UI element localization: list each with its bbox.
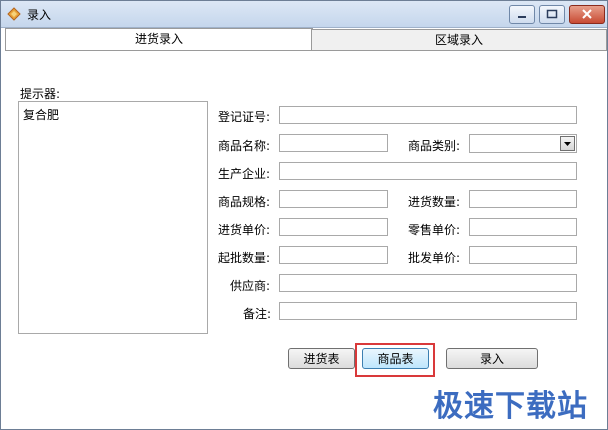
enter-button[interactable]: 录入 [446, 348, 538, 369]
purchase-price-input[interactable] [279, 218, 388, 236]
registration-no-input[interactable] [279, 106, 577, 124]
chevron-down-icon [564, 142, 571, 146]
manufacturer-label: 生产企业: [218, 167, 271, 181]
window-title: 录入 [27, 8, 52, 22]
hint-list[interactable]: 复合肥 [18, 101, 208, 334]
product-category-select[interactable] [469, 134, 577, 153]
wholesale-price-input[interactable] [469, 246, 577, 264]
minimize-icon [518, 16, 526, 18]
purchase-table-button[interactable]: 进货表 [288, 348, 355, 369]
hint-list-item[interactable]: 复合肥 [23, 106, 59, 123]
diamond-app-icon [7, 7, 21, 21]
tab-purchase-entry[interactable]: 进货录入 [5, 28, 313, 51]
maximize-icon [546, 9, 558, 19]
product-name-input[interactable] [279, 134, 388, 152]
title-bar[interactable]: 录入 [1, 1, 607, 28]
min-batch-qty-label: 起批数量: [218, 251, 271, 265]
minimize-button[interactable] [509, 5, 535, 24]
wholesale-price-label: 批发单价: [408, 251, 461, 265]
supplier-label: 供应商: [230, 279, 271, 293]
supplier-input[interactable] [279, 274, 577, 292]
product-name-label: 商品名称: [218, 139, 271, 153]
purchase-price-label: 进货单价: [218, 223, 271, 237]
watermark: 极速下载站 [433, 389, 588, 424]
product-category-label: 商品类别: [408, 139, 461, 153]
registration-no-label: 登记证号: [218, 110, 271, 124]
min-batch-qty-input[interactable] [279, 246, 388, 264]
purchase-qty-input[interactable] [469, 190, 577, 208]
tab-region-entry[interactable]: 区域录入 [311, 29, 607, 51]
product-spec-input[interactable] [279, 190, 388, 208]
tab-strip: 进货录入 区域录入 [5, 28, 607, 51]
maximize-button[interactable] [539, 5, 565, 24]
close-button[interactable] [569, 5, 605, 24]
manufacturer-input[interactable] [279, 162, 577, 180]
close-icon [582, 9, 592, 19]
retail-price-input[interactable] [469, 218, 577, 236]
remarks-input[interactable] [279, 302, 577, 320]
product-spec-label: 商品规格: [218, 195, 271, 209]
remarks-label: 备注: [243, 307, 272, 321]
hint-label: 提示器: [20, 87, 61, 101]
highlight-box [355, 343, 435, 377]
purchase-qty-label: 进货数量: [408, 195, 461, 209]
retail-price-label: 零售单价: [408, 223, 461, 237]
dropdown-button[interactable] [560, 136, 575, 151]
